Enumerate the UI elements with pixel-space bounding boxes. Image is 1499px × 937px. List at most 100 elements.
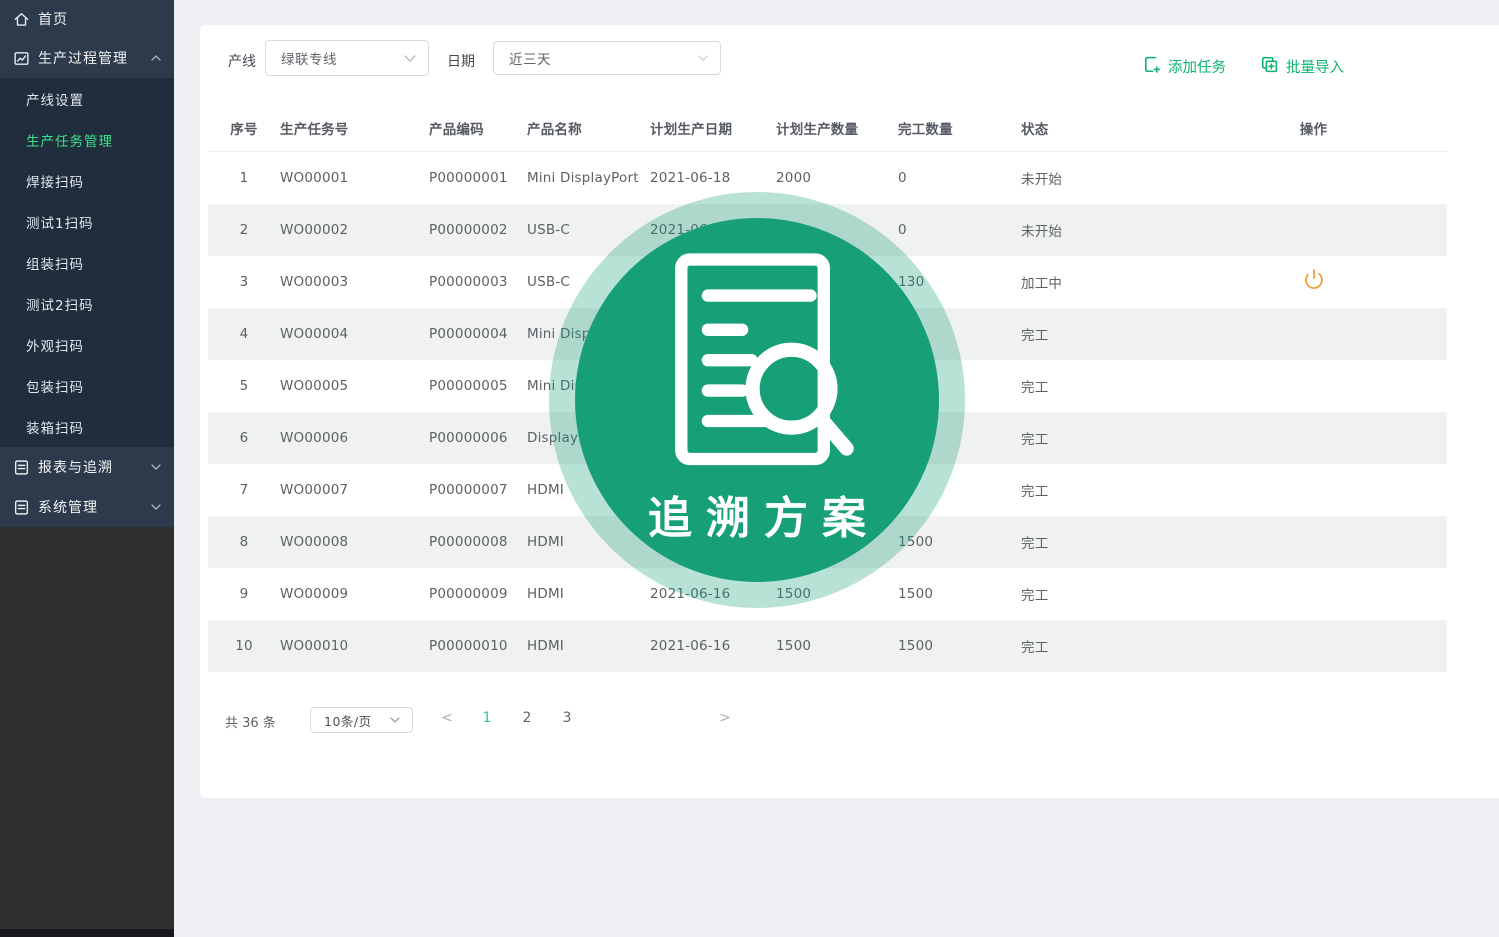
cell-name: USB-C <box>527 274 650 290</box>
table-header-row: 序号生产任务号产品编码产品名称计划生产日期计划生产数量完工数量状态操作 <box>208 105 1447 152</box>
cell-status: 完工 <box>1021 532 1180 552</box>
batch-import-label: 批量导入 <box>1286 56 1344 77</box>
cell-code: P00000010 <box>429 638 527 654</box>
column-header: 计划生产数量 <box>776 118 898 138</box>
cell-date: 2021-06-16 <box>650 586 776 602</box>
column-header: 状态 <box>1021 118 1180 138</box>
chevron-down-icon <box>404 55 428 62</box>
cell-task: WO00005 <box>280 378 429 394</box>
cell-status: 完工 <box>1021 376 1180 396</box>
date-filter-select[interactable]: 近三天 <box>493 41 721 75</box>
cell-no: 2 <box>208 222 280 238</box>
cell-status: 加工中 <box>1021 272 1180 292</box>
cell-plan: 1500 <box>776 586 898 602</box>
page-button-1[interactable]: 1 <box>478 710 496 726</box>
sidebar-subitem-7[interactable]: 包装扫码 <box>0 365 174 406</box>
table-row: 6WO00006P00000006DisplayPort完工 <box>208 412 1447 464</box>
cell-task: WO00002 <box>280 222 429 238</box>
table-row: 9WO00009P00000009HDMI2021-06-1615001500完… <box>208 568 1447 620</box>
cell-name: Mini DisplayPort <box>527 170 650 186</box>
table-row: 10WO00010P00000010HDMI2021-06-1615001500… <box>208 620 1447 672</box>
column-header: 产品名称 <box>527 118 650 138</box>
cell-no: 8 <box>208 534 280 550</box>
sidebar-subitem-8[interactable]: 装箱扫码 <box>0 406 174 447</box>
batch-import-icon <box>1260 55 1279 78</box>
page-button-2[interactable]: 2 <box>518 710 536 726</box>
cell-no: 6 <box>208 430 280 446</box>
column-header: 生产任务号 <box>280 118 429 138</box>
cell-code: P00000002 <box>429 222 527 238</box>
cell-name: USB-C <box>527 222 650 238</box>
cell-plan: 1500 <box>776 638 898 654</box>
next-page-button[interactable]: > <box>716 710 734 726</box>
column-header: 操作 <box>1180 118 1447 138</box>
power-toggle-button[interactable] <box>1303 268 1325 292</box>
cell-no: 7 <box>208 482 280 498</box>
cell-task: WO00010 <box>280 638 429 654</box>
cell-done: 0 <box>898 482 1021 498</box>
prev-page-button[interactable]: < <box>438 710 456 726</box>
cell-date: 2021-06-18 <box>650 170 776 186</box>
document-icon <box>8 459 34 476</box>
cell-task: WO00003 <box>280 274 429 290</box>
chevron-down-icon <box>148 504 164 510</box>
cell-task: WO00001 <box>280 170 429 186</box>
cell-done: 130 <box>898 274 1021 290</box>
sidebar-subitem-6[interactable]: 外观扫码 <box>0 324 174 365</box>
cell-date: 2021-06-16 <box>650 638 776 654</box>
table-row: 4WO00004P00000004Mini DisplayPort完工 <box>208 308 1447 360</box>
chart-icon <box>8 50 34 67</box>
cell-date: 2021-06-18 <box>650 222 776 238</box>
sidebar-subitem-0[interactable]: 产线设置 <box>0 78 174 119</box>
home-icon <box>8 11 34 28</box>
cell-status: 完工 <box>1021 584 1180 604</box>
cell-task: WO00009 <box>280 586 429 602</box>
cell-done: 1500 <box>898 586 1021 602</box>
cell-name: HDMI <box>527 534 650 550</box>
table-row: 8WO00008P00000008HDMI1500完工 <box>208 516 1447 568</box>
production-task-table: 序号生产任务号产品编码产品名称计划生产日期计划生产数量完工数量状态操作 1WO0… <box>208 105 1447 672</box>
sidebar-subitem-2[interactable]: 焊接扫码 <box>0 160 174 201</box>
add-task-button[interactable]: 添加任务 <box>1142 55 1226 78</box>
column-header: 产品编码 <box>429 118 527 138</box>
cell-name: Mini DisplayPort <box>527 378 650 394</box>
cell-name: HDMI <box>527 638 650 654</box>
sidebar-bottom-strip <box>0 929 174 937</box>
column-header: 完工数量 <box>898 118 1021 138</box>
sidebar-group-reports-trace[interactable]: 报表与追溯 <box>0 447 174 487</box>
cell-no: 1 <box>208 170 280 186</box>
cell-status: 完工 <box>1021 636 1180 656</box>
cell-code: P00000007 <box>429 482 527 498</box>
cell-done: 0 <box>898 222 1021 238</box>
line-filter-select[interactable]: 绿联专线 <box>265 40 429 76</box>
batch-import-button[interactable]: 批量导入 <box>1260 55 1344 78</box>
cell-code: P00000003 <box>429 274 527 290</box>
chevron-down-icon <box>698 55 720 61</box>
cell-done: 1500 <box>898 534 1021 550</box>
cell-status: 完工 <box>1021 324 1180 344</box>
page-size-value: 10条/页 <box>311 711 390 730</box>
table-row: 2WO00002P00000002USB-C2021-06-180未开始 <box>208 204 1447 256</box>
sidebar-subitem-1[interactable]: 生产任务管理 <box>0 119 174 160</box>
page-size-select[interactable]: 10条/页 <box>310 707 413 733</box>
cell-name: DisplayPort <box>527 430 650 446</box>
cell-no: 4 <box>208 326 280 342</box>
sidebar-item-label: 首页 <box>34 9 164 29</box>
cell-code: P00000001 <box>429 170 527 186</box>
sidebar-subitem-3[interactable]: 测试1扫码 <box>0 201 174 242</box>
chevron-down-icon <box>148 464 164 470</box>
page-button-3[interactable]: 3 <box>558 710 576 726</box>
sidebar-item-home[interactable]: 首页 <box>0 0 174 38</box>
sidebar-subitem-4[interactable]: 组装扫码 <box>0 242 174 283</box>
table-body: 1WO00001P00000001Mini DisplayPort2021-06… <box>208 152 1447 672</box>
line-filter-label: 产线 <box>228 51 256 71</box>
table-row: 1WO00001P00000001Mini DisplayPort2021-06… <box>208 152 1447 204</box>
column-header: 序号 <box>208 118 280 138</box>
cell-operation <box>1180 268 1447 296</box>
sidebar-group-system-management[interactable]: 系统管理 <box>0 487 174 527</box>
cell-code: P00000009 <box>429 586 527 602</box>
cell-code: P00000004 <box>429 326 527 342</box>
sidebar-subitem-5[interactable]: 测试2扫码 <box>0 283 174 324</box>
cell-task: WO00008 <box>280 534 429 550</box>
sidebar-group-production-process[interactable]: 生产过程管理 <box>0 38 174 78</box>
